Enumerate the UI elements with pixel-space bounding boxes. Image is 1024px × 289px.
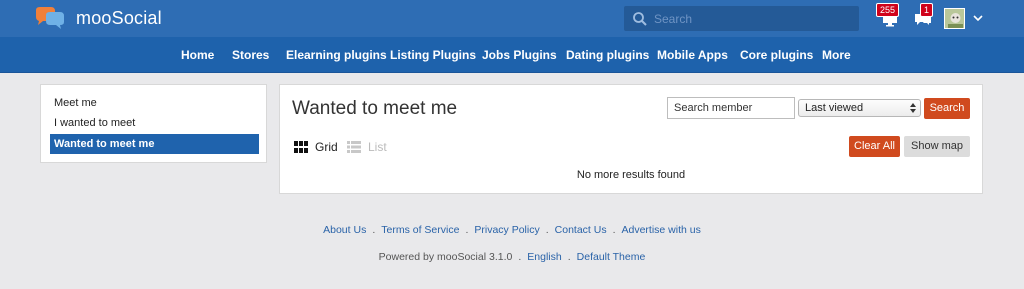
- list-view-label: List: [368, 140, 387, 154]
- footer-powered: Powered by mooSocial 3.1.0. English. Defau…: [0, 251, 1024, 263]
- nav-item-dating-plugins[interactable]: Dating plugins: [566, 48, 649, 62]
- sort-select[interactable]: Last viewed: [798, 99, 921, 117]
- empty-results-message: No more results found: [576, 169, 686, 181]
- grid-view-label: Grid: [315, 140, 338, 154]
- global-search: [624, 6, 859, 31]
- main-panel: Wanted to meet me Last viewed Search Gri…: [279, 84, 983, 194]
- footer-link-terms[interactable]: Terms of Service: [381, 224, 459, 236]
- sidebar-item-i-wanted-to-meet[interactable]: I wanted to meet: [50, 113, 259, 133]
- select-arrows-icon: [910, 103, 916, 113]
- search-icon[interactable]: [632, 11, 648, 27]
- page-title: Wanted to meet me: [292, 98, 458, 119]
- footer-separator: .: [518, 251, 522, 263]
- nav-item-home[interactable]: Home: [181, 48, 214, 62]
- nav-item-listing-plugins[interactable]: Listing Plugins: [390, 48, 476, 62]
- global-search-input[interactable]: [654, 8, 854, 29]
- sidebar-menu: Meet me I wanted to meet Wanted to meet …: [40, 84, 267, 163]
- notifications-button[interactable]: 255: [876, 3, 900, 28]
- list-icon: [347, 141, 361, 153]
- nav-item-more[interactable]: More: [822, 48, 851, 62]
- footer-links: About Us. Terms of Service. Privacy Policy…: [0, 224, 1024, 236]
- language-link[interactable]: English: [527, 251, 561, 263]
- nav-item-core-plugins[interactable]: Core plugins: [740, 48, 813, 62]
- clear-all-button[interactable]: Clear All: [849, 136, 900, 157]
- footer-separator: .: [567, 251, 571, 263]
- nav-item-jobs-plugins[interactable]: Jobs Plugins: [482, 48, 557, 62]
- nav-item-mobile-apps[interactable]: Mobile Apps: [657, 48, 728, 62]
- avatar-image: [945, 9, 964, 28]
- moosocial-logo-icon[interactable]: [34, 6, 66, 30]
- search-member-input[interactable]: [667, 97, 795, 119]
- theme-link[interactable]: Default Theme: [577, 251, 646, 263]
- main-nav: Home Stores Elearning plugins Listing Pl…: [0, 37, 1024, 73]
- sidebar-item-meet-me[interactable]: Meet me: [50, 93, 259, 113]
- footer-separator: .: [612, 224, 616, 236]
- notifications-count-badge: 255: [876, 3, 900, 17]
- footer-separator: .: [465, 224, 469, 236]
- show-map-button[interactable]: Show map: [904, 136, 970, 157]
- messages-count-badge: 1: [920, 3, 934, 17]
- nav-item-stores[interactable]: Stores: [232, 48, 269, 62]
- search-button[interactable]: Search: [924, 98, 970, 119]
- top-bar: mooSocial 255 1: [0, 0, 1024, 37]
- messages-button[interactable]: 1: [913, 3, 934, 28]
- footer-separator: .: [372, 224, 376, 236]
- user-avatar[interactable]: [944, 8, 965, 29]
- nav-item-elearning-plugins[interactable]: Elearning plugins: [286, 48, 387, 62]
- footer-link-about-us[interactable]: About Us: [323, 224, 366, 236]
- chevron-down-icon[interactable]: [973, 14, 983, 22]
- footer-link-advertise[interactable]: Advertise with us: [622, 224, 701, 236]
- sidebar-item-wanted-to-meet-me[interactable]: Wanted to meet me: [50, 134, 259, 154]
- footer-link-privacy[interactable]: Privacy Policy: [474, 224, 539, 236]
- powered-by-text: Powered by mooSocial 3.1.0: [378, 251, 513, 263]
- grid-icon: [294, 141, 308, 153]
- sort-selected-value: Last viewed: [805, 102, 864, 114]
- footer-separator: .: [545, 224, 549, 236]
- footer-link-contact[interactable]: Contact Us: [555, 224, 607, 236]
- brand-name[interactable]: mooSocial: [76, 8, 162, 29]
